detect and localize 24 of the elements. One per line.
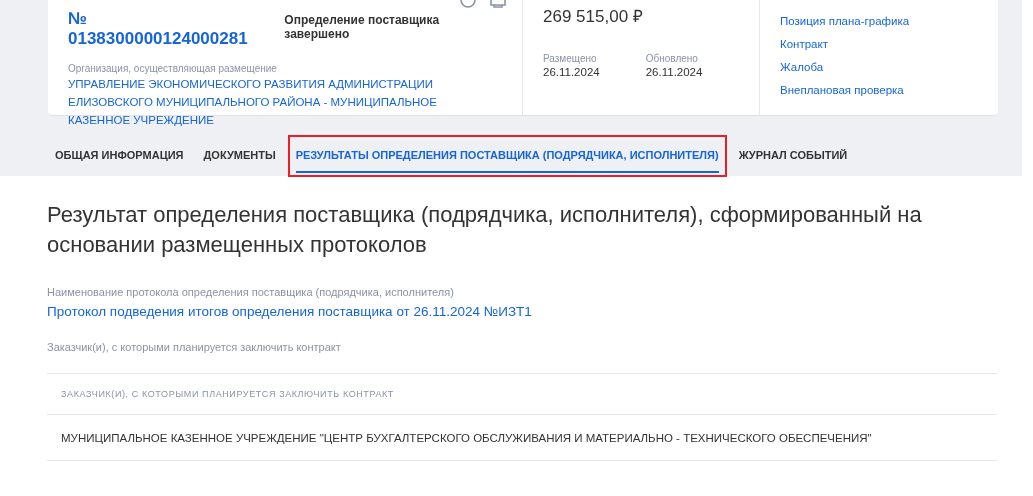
- side-link[interactable]: Жалоба: [780, 60, 910, 75]
- status-text: Определение поставщика завершено: [284, 13, 441, 41]
- tab[interactable]: ОБЩАЯ ИНФОРМАЦИЯ: [55, 139, 184, 173]
- tab[interactable]: ДОКУМЕНТЫ: [203, 139, 276, 173]
- side-link[interactable]: Контракт: [780, 37, 910, 52]
- section-heading: Результат определения поставщика (подрядчика, исполнителя), сформированный на основании размещенных протоколов: [47, 201, 923, 259]
- tab[interactable]: ЖУРНАЛ СОБЫТИЙ: [738, 139, 848, 173]
- protocol-label: Наименование протокола определения поставщика (подрядчика, исполнителя): [47, 286, 455, 298]
- purchase-number[interactable]: № 0138300000124000281: [68, 9, 267, 49]
- side-link[interactable]: Позиция плана-графика: [780, 14, 910, 29]
- column-header: ЗАКАЗЧИК(И), С КОТОРЫМИ ПЛАНИРУЕТСЯ ЗАКЛЮЧИТЬ КОНТРАКТ: [61, 389, 394, 399]
- customers-label: Заказчик(и), с которыми планируется заключить контракт: [47, 341, 342, 353]
- printer-icon[interactable]: [490, 0, 506, 8]
- date-value: 26.11.2024: [645, 66, 703, 78]
- price-value: 269 515,00 ₽: [543, 6, 644, 27]
- org-label: Организация, осуществляющая размещение: [68, 63, 278, 74]
- date-label: Обновлено: [645, 53, 699, 64]
- date-label: Размещено: [543, 53, 598, 64]
- table-cell: МУНИЦИПАЛЬНОЕ КАЗЕННОЕ УЧРЕЖДЕНИЕ "ЦЕНТР БУХГАЛТЕРСКОГО ОБСЛУЖИВАНИЯ И МАТЕРИАЛЬНО - ТЕХНИЧЕСКОГО ОБЕСПЕЧЕНИЯ": [61, 431, 872, 444]
- protocol-link[interactable]: Протокол подведения итогов определения поставщика от 26.11.2024 №ИЗТ1: [47, 304, 997, 319]
- org-link[interactable]: УПРАВЛЕНИЕ ЭКОНОМИЧЕСКОГО РАЗВИТИЯ АДМИНИСТРАЦИИ ЕЛИЗОВСКОГО МУНИЦИПАЛЬНОГО РАЙОНА - МУНИЦИПАЛЬНОЕ КАЗЕННОЕ УЧРЕЖДЕНИЕ: [68, 75, 502, 129]
- side-link[interactable]: Внеплановая проверка: [780, 83, 910, 98]
- tab[interactable]: РЕЗУЛЬТАТЫ ОПРЕДЕЛЕНИЯ ПОСТАВЩИКА (ПОДРЯДЧИКА, ИСПОЛНИТЕЛЯ): [295, 139, 719, 173]
- date-value: 26.11.2024: [543, 66, 600, 78]
